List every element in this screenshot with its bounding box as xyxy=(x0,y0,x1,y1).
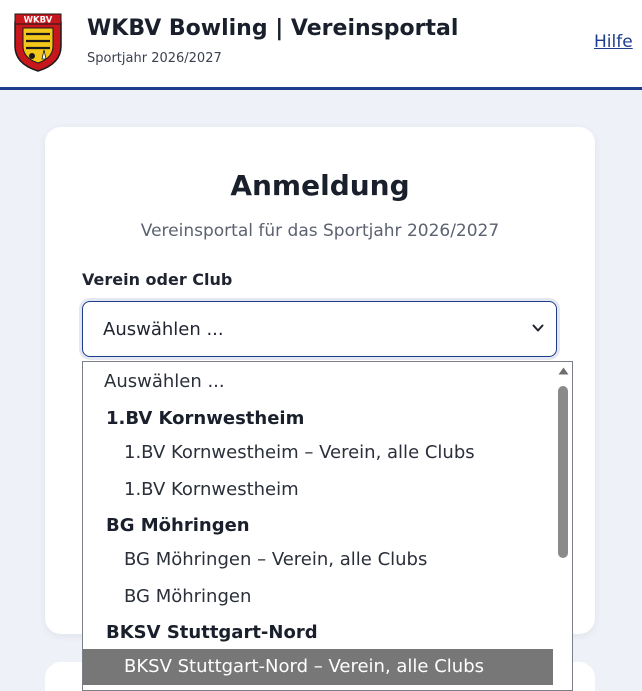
option-moehringen-all[interactable]: BG Möhringen – Verein, alle Clubs xyxy=(83,542,553,578)
scroll-up-arrow-icon[interactable] xyxy=(558,367,569,375)
svg-text:WKBV: WKBV xyxy=(24,16,53,26)
help-link[interactable]: Hilfe xyxy=(594,32,633,52)
optgroup-moehringen: BG Möhringen xyxy=(106,515,250,536)
login-subtitle: Vereinsportal für das Sportjahr 2026/202… xyxy=(140,221,500,241)
optgroup-kornwestheim: 1.BV Kornwestheim xyxy=(106,408,305,429)
chevron-down-icon xyxy=(532,324,544,332)
option-placeholder[interactable]: Auswählen ... xyxy=(83,364,553,400)
season-subtitle: Sportjahr 2026/2027 xyxy=(87,51,222,66)
page: WKBV WKBV Bowling | Vereinsportal Sportj… xyxy=(0,0,642,691)
option-kornwestheim[interactable]: 1.BV Kornwestheim xyxy=(83,472,553,508)
club-select-label: Verein oder Club xyxy=(82,270,233,289)
dropdown-scrollbar[interactable] xyxy=(554,362,572,690)
app-title: WKBV Bowling | Vereinsportal xyxy=(87,16,459,41)
optgroup-stuttgart-nord: BKSV Stuttgart-Nord xyxy=(106,622,318,643)
wkbv-logo: WKBV xyxy=(14,13,62,72)
scrollbar-thumb[interactable] xyxy=(558,386,568,558)
club-dropdown-list[interactable]: Auswählen ... 1.BV Kornwestheim 1.BV Kor… xyxy=(82,361,573,691)
option-moehringen[interactable]: BG Möhringen xyxy=(83,579,553,615)
option-stuttgart-nord-all[interactable]: BKSV Stuttgart-Nord – Verein, alle Clubs xyxy=(83,649,553,685)
login-title: Anmeldung xyxy=(230,169,410,202)
club-select[interactable]: Auswählen ... xyxy=(82,301,557,357)
option-kornwestheim-all[interactable]: 1.BV Kornwestheim – Verein, alle Clubs xyxy=(83,435,553,471)
top-bar: WKBV WKBV Bowling | Vereinsportal Sportj… xyxy=(0,0,642,90)
club-select-value: Auswählen ... xyxy=(103,319,224,340)
